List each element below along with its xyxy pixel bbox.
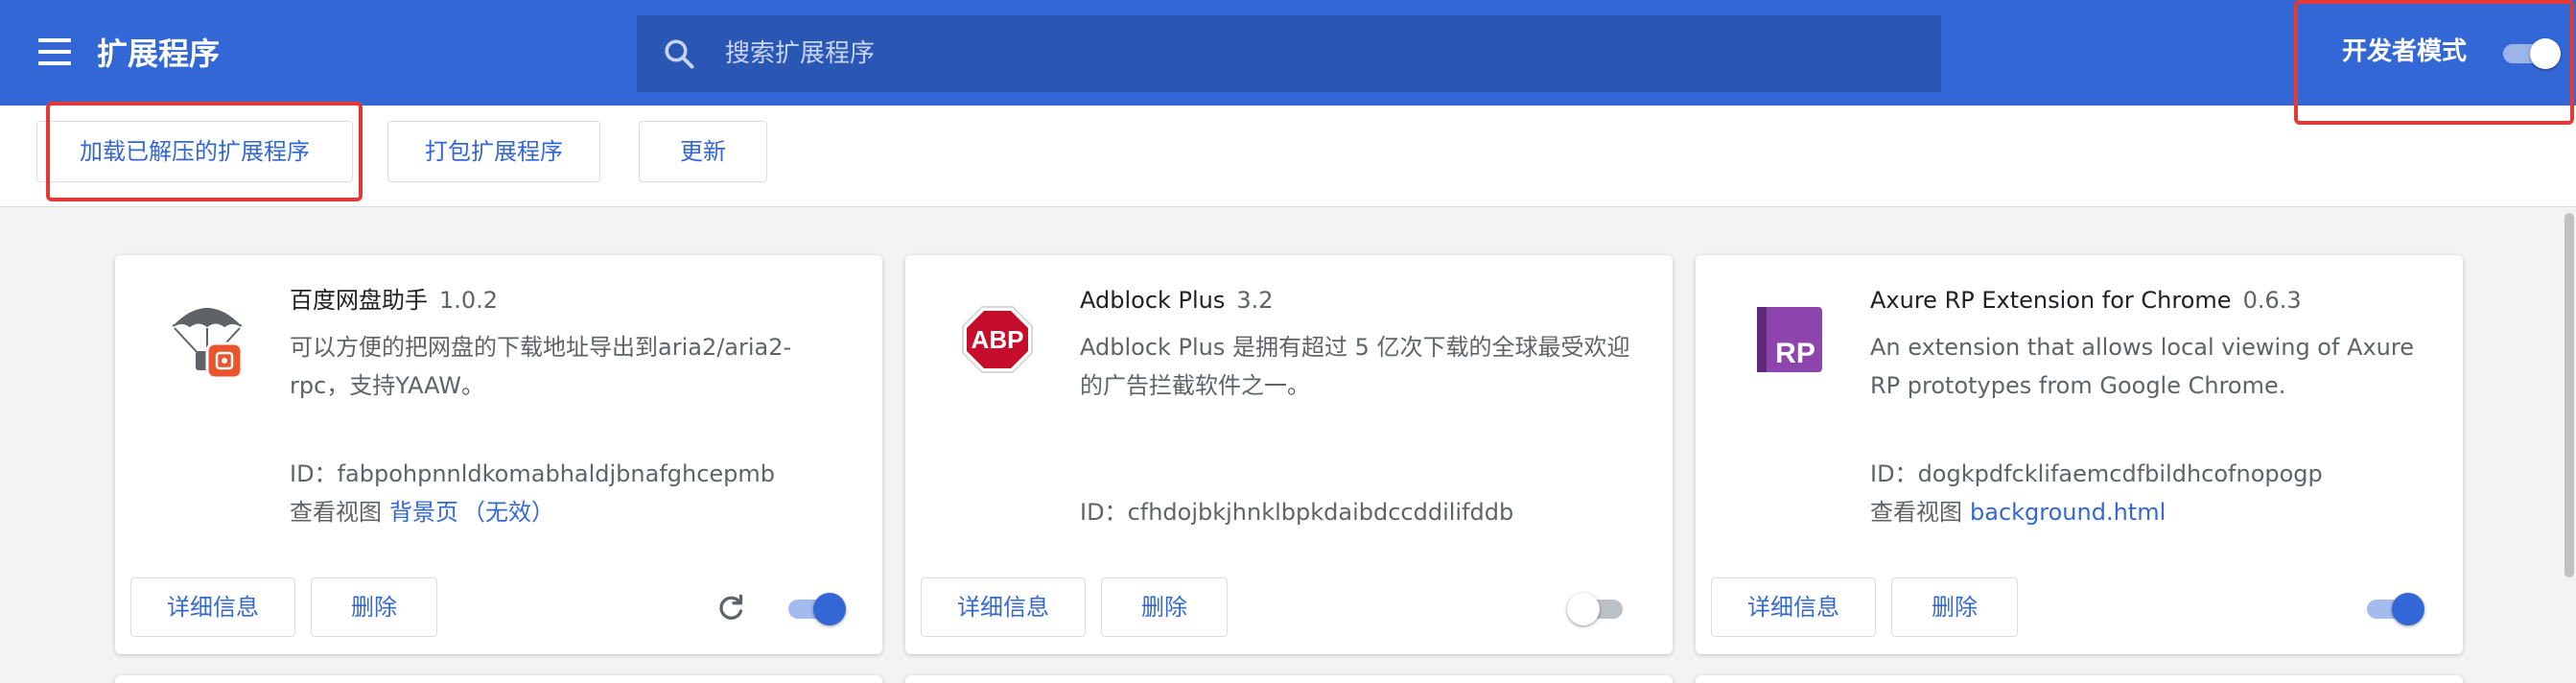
extension-description: An extension that allows local viewing o… bbox=[1870, 334, 2414, 399]
highlight-load-unpacked bbox=[46, 102, 363, 201]
extension-version: 3.2 bbox=[1236, 287, 1274, 314]
background-page-link[interactable]: 背景页 bbox=[389, 499, 458, 526]
views-label: 查看视图 bbox=[290, 499, 382, 526]
developer-toolbar: 加载已解压的扩展程序 打包扩展程序 更新 bbox=[0, 106, 2576, 207]
details-button[interactable]: 详细信息 bbox=[1711, 577, 1876, 637]
id-label: ID： bbox=[1870, 460, 1918, 487]
extension-description: 可以方便的把网盘的下载地址导出到aria2/aria2-rpc，支持YAAW。 bbox=[290, 334, 792, 399]
top-bar: 扩展程序 搜索扩展程序 开发者模式 bbox=[0, 0, 2576, 106]
pack-extension-button[interactable]: 打包扩展程序 bbox=[387, 121, 600, 182]
details-button[interactable]: 详细信息 bbox=[921, 577, 1086, 637]
enable-toggle[interactable] bbox=[1567, 591, 1625, 625]
svg-text:RP: RP bbox=[1775, 338, 1815, 369]
extension-id: cfhdojbkjhnklbpkdaibdccddilifddb bbox=[1127, 499, 1514, 526]
update-button[interactable]: 更新 bbox=[639, 121, 767, 182]
reload-icon[interactable] bbox=[714, 591, 748, 625]
axure-rp-icon: RP bbox=[1742, 294, 1834, 386]
remove-button[interactable]: 删除 bbox=[1891, 577, 2018, 637]
enable-toggle[interactable] bbox=[786, 591, 846, 625]
extension-description: Adblock Plus 是拥有超过 5 亿次下载的全球最受欢迎的广告拦截软件之… bbox=[1080, 334, 1630, 399]
extension-card-adblock-plus: ABP Adblock Plus 3.2 Adblock Plus 是拥有超过 5… bbox=[905, 255, 1673, 654]
svg-text:ABP: ABP bbox=[972, 325, 1024, 354]
extension-id: dogkpdfcklifaemcdfbildhcofnopogp bbox=[1917, 460, 2323, 487]
extension-card-next bbox=[115, 675, 882, 683]
extension-card-next bbox=[1696, 675, 2463, 683]
extension-name: Adblock Plus bbox=[1080, 287, 1226, 314]
search-box[interactable]: 搜索扩展程序 bbox=[637, 15, 1941, 92]
extension-card-baidu: 百度网盘助手 1.0.2 可以方便的把网盘的下载地址导出到aria2/aria2-… bbox=[115, 255, 882, 654]
extension-version: 1.0.2 bbox=[439, 287, 499, 314]
details-button[interactable]: 详细信息 bbox=[130, 577, 295, 637]
id-label: ID： bbox=[290, 460, 338, 487]
id-label: ID： bbox=[1080, 499, 1128, 526]
extension-version: 0.6.3 bbox=[2242, 287, 2302, 314]
extension-id: fabpohpnnldkomabhaldjbnafghcepmb bbox=[337, 460, 776, 487]
background-html-link[interactable]: background.html bbox=[1970, 499, 2166, 526]
parachute-icon bbox=[161, 294, 253, 386]
search-input[interactable]: 搜索扩展程序 bbox=[725, 35, 875, 73]
extension-card-axure: RP Axure RP Extension for Chrome 0.6.3 An… bbox=[1696, 255, 2463, 654]
search-icon bbox=[665, 39, 694, 69]
extension-card-next bbox=[905, 675, 1673, 683]
inactive-note: （无效） bbox=[462, 499, 554, 526]
extension-name: 百度网盘助手 bbox=[290, 287, 428, 314]
page-title: 扩展程序 bbox=[97, 35, 221, 72]
remove-button[interactable]: 删除 bbox=[1101, 577, 1228, 637]
enable-toggle[interactable] bbox=[2365, 591, 2424, 625]
scrollbar-thumb[interactable] bbox=[2564, 213, 2574, 577]
hamburger-menu-icon[interactable] bbox=[38, 38, 71, 65]
remove-button[interactable]: 删除 bbox=[311, 577, 437, 637]
views-label: 查看视图 bbox=[1870, 499, 1962, 526]
abp-icon: ABP bbox=[951, 294, 1043, 386]
extension-name: Axure RP Extension for Chrome bbox=[1870, 287, 2232, 314]
highlight-dev-mode bbox=[2294, 0, 2574, 125]
